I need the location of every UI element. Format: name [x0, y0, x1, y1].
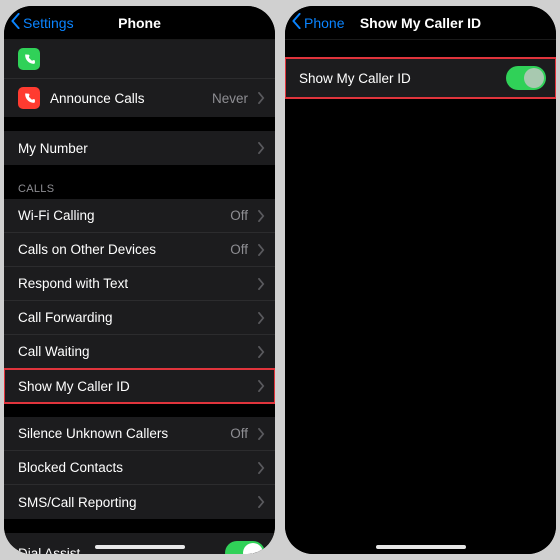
- row-label: Call Forwarding: [18, 310, 248, 325]
- chevron-right-icon: [258, 462, 265, 474]
- page-title: Phone: [118, 15, 161, 31]
- navbar: Settings Phone: [4, 6, 275, 40]
- row-show-caller-id[interactable]: Show My Caller ID: [4, 369, 275, 403]
- chevron-right-icon: [258, 312, 265, 324]
- row-wifi-calling[interactable]: Wi-Fi Calling Off: [4, 199, 275, 233]
- announce-icon: [18, 87, 40, 109]
- row-dial-assist[interactable]: Dial Assist: [4, 533, 275, 554]
- chevron-right-icon: [258, 380, 265, 392]
- content-scroll[interactable]: x Announce Calls Never My Number Calls W…: [4, 40, 275, 554]
- row-label: Wi-Fi Calling: [18, 208, 220, 223]
- row-blocked-contacts[interactable]: Blocked Contacts: [4, 451, 275, 485]
- row-call-forwarding[interactable]: Call Forwarding: [4, 301, 275, 335]
- row-show-caller-id-toggle[interactable]: Show My Caller ID: [285, 58, 556, 98]
- content-scroll[interactable]: Show My Caller ID: [285, 40, 556, 554]
- row-label: Respond with Text: [18, 276, 248, 291]
- row-silence-unknown[interactable]: Silence Unknown Callers Off: [4, 417, 275, 451]
- chevron-right-icon: [258, 142, 265, 154]
- row-label: Show My Caller ID: [18, 379, 248, 394]
- row-value: Off: [230, 242, 248, 257]
- back-label: Phone: [304, 15, 344, 31]
- chevron-right-icon: [258, 278, 265, 290]
- caller-id-panel: Phone Show My Caller ID Show My Caller I…: [285, 6, 556, 554]
- row-label: Silence Unknown Callers: [18, 426, 220, 441]
- row-announce-calls[interactable]: Announce Calls Never: [4, 79, 275, 117]
- row-label: My Number: [18, 141, 248, 156]
- row-respond-text[interactable]: Respond with Text: [4, 267, 275, 301]
- row-value: Off: [230, 426, 248, 441]
- dial-assist-toggle[interactable]: [225, 541, 265, 554]
- row-label: Blocked Contacts: [18, 460, 248, 475]
- chevron-right-icon: [258, 346, 265, 358]
- row-label: Calls on Other Devices: [18, 242, 220, 257]
- row-call-waiting[interactable]: Call Waiting: [4, 335, 275, 369]
- row-label: Call Waiting: [18, 344, 248, 359]
- phone-settings-panel: Settings Phone x Announce Calls Never: [4, 6, 275, 554]
- back-label: Settings: [23, 15, 74, 31]
- chevron-left-icon: [10, 13, 21, 32]
- chevron-left-icon: [291, 13, 302, 32]
- group-header-calls: Calls: [4, 179, 275, 199]
- row-value: Never: [212, 91, 248, 106]
- chevron-right-icon: [258, 244, 265, 256]
- row-my-number[interactable]: My Number: [4, 131, 275, 165]
- home-indicator[interactable]: [95, 545, 185, 549]
- row-label: SMS/Call Reporting: [18, 495, 248, 510]
- row-label: Show My Caller ID: [299, 71, 496, 86]
- navbar: Phone Show My Caller ID: [285, 6, 556, 40]
- page-title: Show My Caller ID: [360, 15, 481, 31]
- row-label: Announce Calls: [50, 91, 202, 106]
- row-value: Off: [230, 208, 248, 223]
- caller-id-toggle[interactable]: [506, 66, 546, 90]
- chevron-right-icon: [258, 428, 265, 440]
- row-calls-other-devices[interactable]: Calls on Other Devices Off: [4, 233, 275, 267]
- phone-icon: [18, 48, 40, 70]
- chevron-right-icon: [258, 92, 265, 104]
- row-sms-call-reporting[interactable]: SMS/Call Reporting: [4, 485, 275, 519]
- row-cut[interactable]: x: [4, 40, 275, 79]
- back-button[interactable]: Phone: [291, 6, 344, 39]
- chevron-right-icon: [258, 210, 265, 222]
- back-button[interactable]: Settings: [10, 6, 74, 39]
- chevron-right-icon: [258, 496, 265, 508]
- home-indicator[interactable]: [376, 545, 466, 549]
